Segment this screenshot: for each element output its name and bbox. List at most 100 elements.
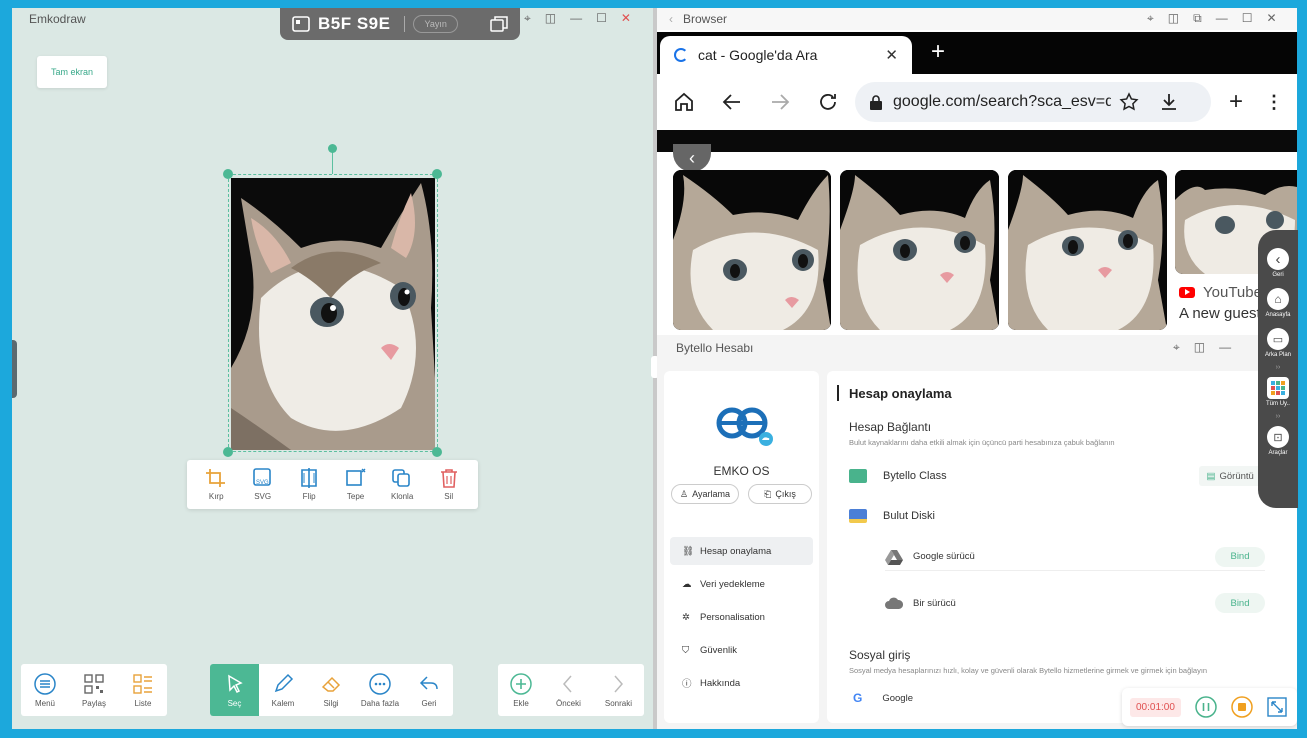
- carousel-prev-button[interactable]: ‹: [673, 144, 711, 172]
- eraser-button[interactable]: Silgi: [307, 673, 355, 708]
- next-page-button[interactable]: Sonraki: [605, 673, 632, 708]
- pin-icon[interactable]: ⌖: [1147, 11, 1154, 26]
- image-result[interactable]: [840, 170, 999, 330]
- pen-button[interactable]: Kalem: [259, 673, 307, 708]
- pause-icon[interactable]: [1195, 696, 1217, 718]
- window-icon[interactable]: [490, 16, 508, 32]
- minimize-icon[interactable]: —: [1216, 11, 1228, 26]
- undo-button[interactable]: Geri: [405, 673, 453, 708]
- maximize-icon[interactable]: ☐: [1242, 11, 1253, 26]
- nav-item-security[interactable]: ⛉ Güvenlik: [670, 636, 813, 664]
- nav-label: Veri yedekleme: [700, 578, 765, 590]
- tab-close-icon[interactable]: ✕: [885, 46, 898, 64]
- nav-item-backup[interactable]: ☁ Veri yedekleme: [670, 570, 813, 598]
- select-button[interactable]: Seç: [210, 664, 259, 716]
- rotate-handle[interactable]: [328, 144, 337, 153]
- list-button[interactable]: Liste: [132, 673, 154, 708]
- svg-label: SVG: [254, 492, 272, 501]
- image-selection[interactable]: [228, 174, 438, 452]
- logout-button[interactable]: ⎗ Çıkış: [748, 484, 812, 504]
- side-panel-handle[interactable]: [12, 340, 17, 398]
- publish-button[interactable]: Yayın: [413, 15, 458, 33]
- expand-icon[interactable]: [1267, 697, 1287, 717]
- dock-background-button[interactable]: ▭ Arka Plan: [1265, 328, 1291, 358]
- dock-tools-button[interactable]: ⊡ Araçlar: [1267, 426, 1289, 456]
- nav-label: Personalisation: [700, 611, 765, 623]
- reload-icon[interactable]: [817, 91, 839, 113]
- crop-button[interactable]: Kırp: [205, 468, 227, 501]
- split-icon[interactable]: ◫: [1194, 340, 1205, 355]
- nav-item-about[interactable]: ⓘ Hakkında: [670, 669, 813, 697]
- close-icon[interactable]: ✕: [1266, 11, 1276, 26]
- cursor-icon: [227, 674, 243, 693]
- split-icon[interactable]: ◫: [1168, 11, 1179, 26]
- flip-button[interactable]: Flip: [298, 468, 320, 501]
- rotate-handle-line: [332, 150, 333, 174]
- prev-page-button[interactable]: Önceki: [556, 673, 581, 708]
- heading-bar: [837, 385, 839, 401]
- bind-button[interactable]: Bind: [1215, 593, 1265, 613]
- search-results: ‹ YouTube A new guest has: [657, 130, 1297, 335]
- stop-icon[interactable]: [1231, 696, 1253, 718]
- clone-button[interactable]: Klonla: [391, 468, 413, 501]
- logout-icon: ⎗: [764, 488, 772, 499]
- info-icon: ⓘ: [682, 679, 692, 690]
- fullscreen-button[interactable]: Tam ekran: [37, 56, 107, 88]
- browser-tab[interactable]: cat - Google'da Ara ✕: [660, 36, 912, 74]
- add-icon[interactable]: +: [1229, 88, 1243, 116]
- account-content: Hesap onaylama Hesap Bağlantı Bulut kayn…: [827, 371, 1297, 723]
- background-icon: ▭: [1266, 328, 1289, 350]
- resize-handle-tr[interactable]: [432, 169, 442, 179]
- google-login-row[interactable]: G Google: [853, 691, 913, 705]
- delete-button[interactable]: Sil: [438, 468, 460, 501]
- home-icon: ⌂: [1267, 288, 1289, 310]
- pin-icon[interactable]: ⌖: [1173, 340, 1180, 355]
- social-desc: Sosyal medya hesaplarınızı hızlı, kolay …: [849, 666, 1208, 675]
- pin-icon[interactable]: ⌖: [524, 11, 531, 26]
- bottom-left-toolbar: Menü Paylaş Liste: [21, 664, 167, 716]
- more-button[interactable]: Daha fazla: [355, 672, 405, 708]
- top-button[interactable]: Tepe: [345, 468, 367, 501]
- download-icon[interactable]: [1159, 92, 1179, 112]
- toolbar-row: google.com/search?sca_esv=dc + ⋮: [657, 74, 1297, 130]
- split-icon[interactable]: ◫: [545, 11, 556, 26]
- minimize-icon[interactable]: —: [1219, 340, 1231, 355]
- star-icon[interactable]: [1119, 92, 1139, 112]
- dock-home-button[interactable]: ⌂ Anasayfa: [1265, 288, 1291, 318]
- address-bar[interactable]: google.com/search?sca_esv=dc: [855, 82, 1211, 122]
- close-icon[interactable]: ✕: [621, 11, 631, 26]
- back-arrow-icon[interactable]: [721, 91, 743, 113]
- image-result[interactable]: [673, 170, 831, 330]
- book-icon: [849, 469, 867, 483]
- forward-arrow-icon[interactable]: [769, 91, 791, 113]
- next-label: Sonraki: [604, 698, 632, 708]
- lock-icon: [870, 95, 882, 110]
- resize-handle-tl[interactable]: [223, 169, 233, 179]
- new-tab-icon[interactable]: +: [931, 38, 945, 66]
- cat-image[interactable]: [231, 178, 435, 450]
- dock-label: Geri: [1272, 272, 1284, 278]
- home-icon[interactable]: [673, 91, 695, 113]
- dock-apps-button[interactable]: Tüm Uy..: [1266, 377, 1290, 407]
- share-button[interactable]: Paylaş: [82, 673, 106, 708]
- browser-title: Browser: [683, 12, 728, 26]
- back-small-icon[interactable]: ‹: [669, 12, 673, 26]
- float-icon[interactable]: ⧉: [1193, 11, 1202, 26]
- resize-handle-bl[interactable]: [223, 447, 233, 457]
- nav-item-personalisation[interactable]: ✲ Personalisation: [670, 603, 813, 631]
- more-vert-icon[interactable]: ⋮: [1265, 92, 1283, 113]
- minimize-icon[interactable]: —: [570, 11, 582, 26]
- add-page-button[interactable]: Ekle: [510, 672, 532, 708]
- dock-label: Tüm Uy..: [1266, 401, 1290, 407]
- resize-handle-br[interactable]: [432, 447, 442, 457]
- svg-button[interactable]: SVG SVG: [252, 468, 274, 501]
- image-result[interactable]: [1008, 170, 1167, 330]
- section-desc: Bulut kaynaklarını daha etkili almak içi…: [849, 438, 1115, 447]
- nav-item-account-verify[interactable]: ⛓ Hesap onaylama: [670, 537, 813, 565]
- maximize-icon[interactable]: ☐: [596, 11, 607, 26]
- settings-button[interactable]: ♙ Ayarlama: [671, 484, 739, 504]
- nav-label: Hakkında: [700, 677, 741, 689]
- bind-button[interactable]: Bind: [1215, 546, 1265, 567]
- menu-button[interactable]: Menü: [34, 672, 56, 708]
- dock-back-button[interactable]: ‹ Geri: [1267, 248, 1289, 278]
